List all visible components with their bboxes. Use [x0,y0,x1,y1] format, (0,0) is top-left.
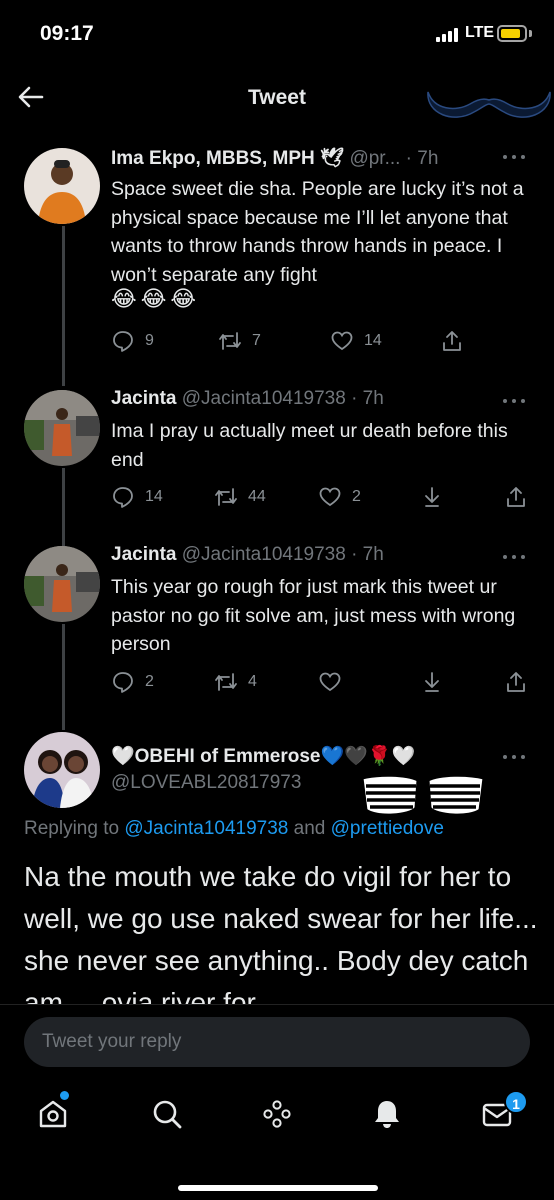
reply-icon [113,331,133,352]
home-indicator [178,1185,378,1191]
search-icon[interactable] [150,1097,184,1131]
like-button[interactable]: 14 [330,328,382,354]
signal-icon [436,28,460,42]
share-icon [507,487,525,507]
author-handle[interactable]: @LOVEABL20817973 [111,772,301,793]
avatar[interactable] [24,148,100,224]
bell-icon[interactable] [370,1097,404,1131]
share-button[interactable] [504,484,528,510]
download-icon [425,487,439,507]
retweet-button[interactable]: 44 [214,484,266,510]
download-button[interactable] [420,669,444,695]
status-time: 09:17 [40,22,94,45]
home-icon[interactable] [36,1097,70,1131]
share-icon [507,672,525,692]
status-bar: 09:17 LTE [0,0,554,62]
reply-count: 9 [145,332,154,349]
like-button[interactable]: 2 [318,484,361,510]
reply-button[interactable]: 9 [111,328,154,354]
spaces-icon[interactable] [260,1097,294,1131]
avatar[interactable] [24,732,100,808]
like-icon [331,331,353,351]
mail-badge: 1 [504,1090,528,1114]
reply-icon [113,672,133,693]
network-label: LTE [465,24,495,41]
author-name[interactable]: 🤍OBEHI of Emmerose💙🖤🌹🤍 [111,746,415,767]
like-count: 2 [352,488,361,505]
mention-link[interactable]: @Jacinta10419738 [124,818,288,839]
avatar[interactable] [24,390,100,466]
replying-to: Replying to @Jacinta10419738 and @pretti… [24,818,444,839]
like-icon [319,672,341,692]
more-icon[interactable] [503,152,529,162]
retweet-icon [215,488,237,506]
like-button[interactable] [318,669,352,695]
more-icon[interactable] [503,396,529,406]
like-icon [319,487,341,507]
reply-icon [113,487,133,508]
author-name[interactable]: Jacinta [111,388,176,409]
retweet-icon [215,673,237,691]
author-name[interactable]: Ima Ekpo, MBBS, MPH 🕊 [111,148,344,169]
author-handle[interactable]: @pr... · 7h [349,148,438,169]
author-handle[interactable]: @Jacinta10419738 · 7h [182,544,384,565]
avatar[interactable] [24,546,100,622]
tweet-text: Ima I pray u actually meet ur death befo… [111,420,508,471]
author-name[interactable]: Jacinta [111,544,176,565]
download-button[interactable] [420,484,444,510]
main-tweet-text: Na the mouth we take do vigil for her to… [24,861,538,1018]
home-notification-dot [60,1091,69,1100]
mustache-icon [427,91,551,118]
reply-count: 14 [145,488,163,505]
retweet-button[interactable]: 4 [214,669,257,695]
mention-link[interactable]: @prettiedove [331,818,444,839]
more-icon[interactable] [503,552,529,562]
retweet-count: 7 [252,332,261,349]
share-button[interactable] [504,669,528,695]
retweet-button[interactable]: 7 [218,328,261,354]
reply-count: 2 [145,673,154,690]
download-icon [425,672,439,692]
reply-button[interactable]: 2 [111,669,154,695]
retweet-count: 44 [248,488,266,505]
reply-placeholder: Tweet your reply [42,1031,182,1052]
retweet-count: 4 [248,673,257,690]
battery-icon [497,25,527,42]
retweet-icon [219,332,241,350]
tweet-text: This year go rough for just mark this tw… [111,576,516,655]
author-handle[interactable]: @Jacinta10419738 · 7h [182,388,384,409]
share-button[interactable] [440,328,464,354]
reply-input[interactable]: Tweet your reply [24,1017,530,1067]
more-icon[interactable] [503,752,529,762]
share-icon [443,331,461,351]
shutter-shades-icon [360,773,486,817]
tweet-emojis: 😂😂😂 [111,286,201,311]
bottom-panel: Tweet your reply 1 [0,1004,554,1200]
reply-button[interactable]: 14 [111,484,163,510]
tweet-text: Space sweet die sha. People are lucky it… [111,178,524,286]
like-count: 14 [364,332,382,349]
